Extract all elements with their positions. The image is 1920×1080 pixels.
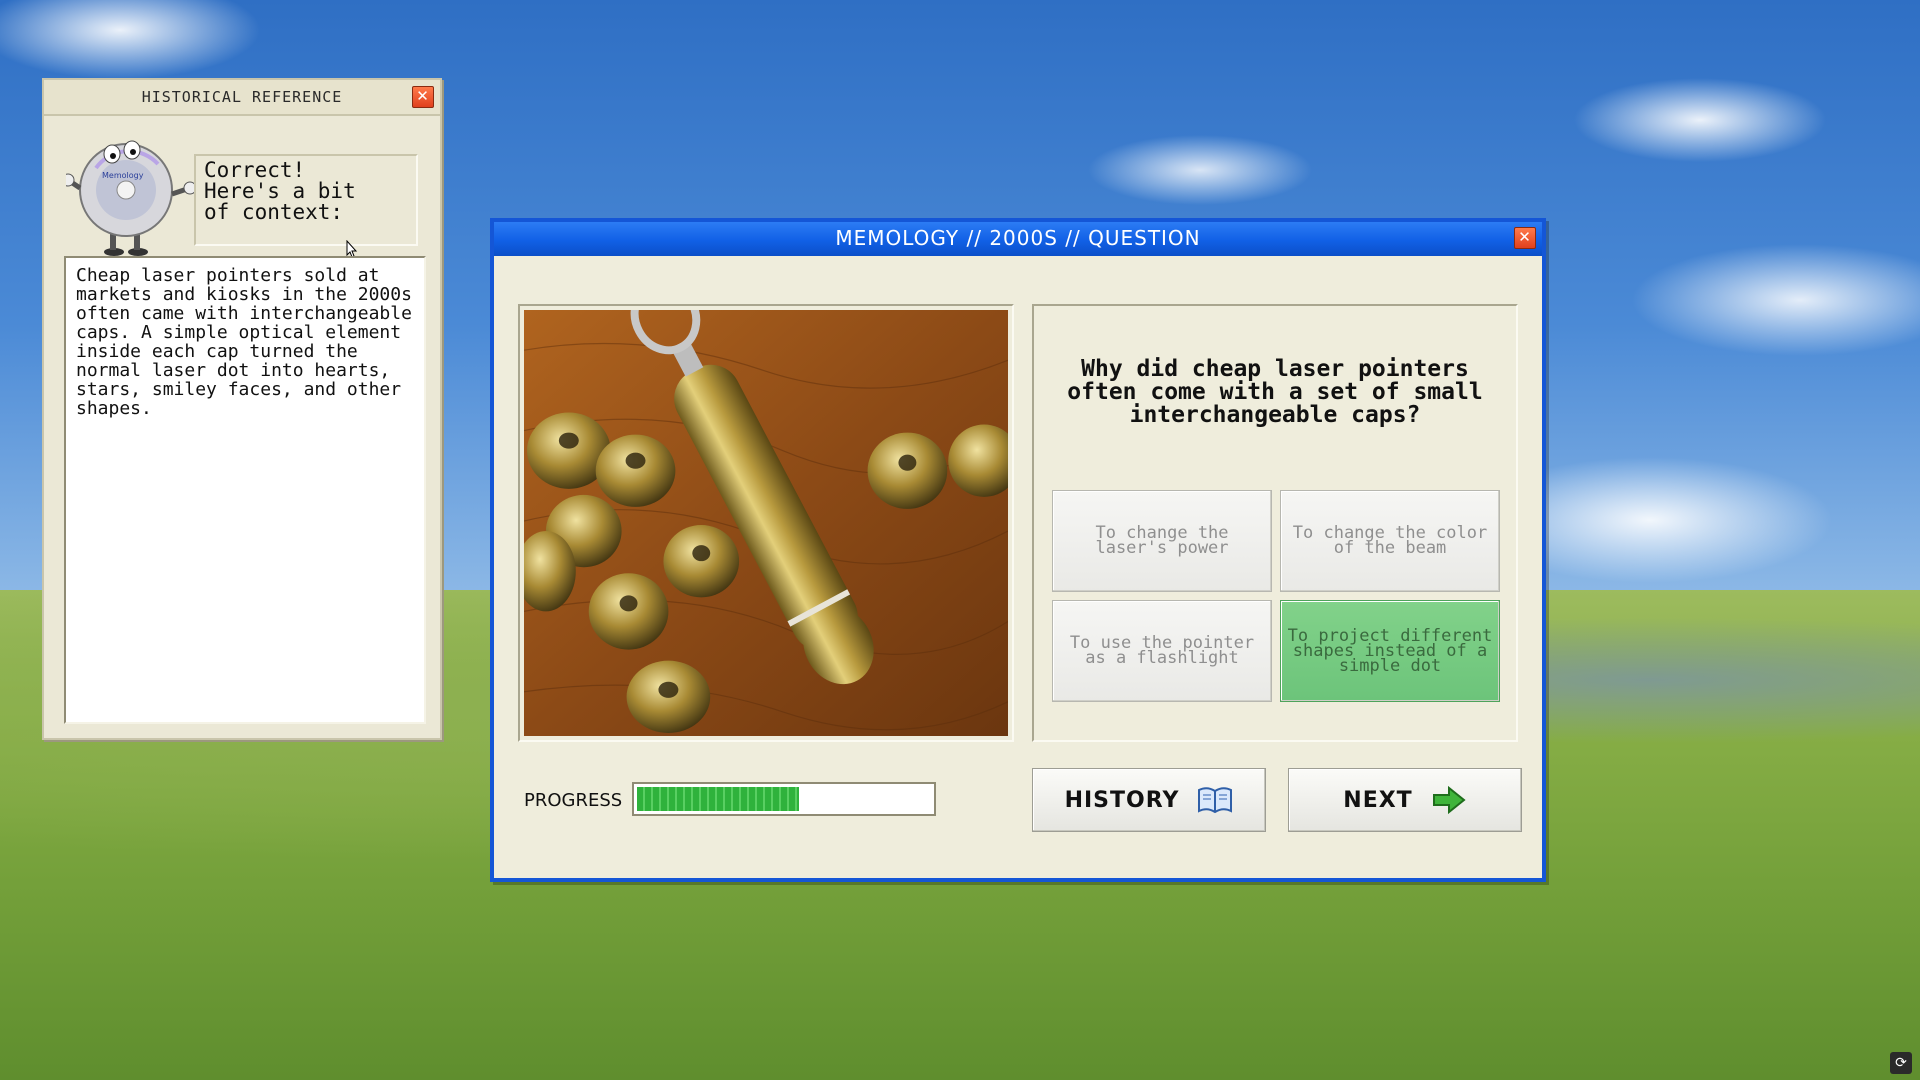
answer-option-2[interactable]: To change the color of the beam [1280, 490, 1500, 592]
answer-option-3-label: To use the pointer as a flashlight [1069, 633, 1255, 668]
question-text: Why did cheap laser pointers often come … [1067, 356, 1483, 428]
quiz-close-button[interactable]: ✕ [1514, 227, 1536, 249]
book-icon [1198, 787, 1233, 814]
reference-speech-bubble: Correct! Here's a bit of context: [194, 154, 418, 246]
question-photo-frame [518, 304, 1014, 742]
historical-reference-window: HISTORICAL REFERENCE ✕ Memology Correct!… [42, 78, 442, 740]
next-button[interactable]: NEXT [1288, 768, 1522, 832]
answer-option-1[interactable]: To change the laser's power [1052, 490, 1272, 592]
arrow-right-icon [1432, 785, 1466, 815]
progress-label: PROGRESS [524, 790, 623, 811]
mascot-disc-label: Memology [102, 171, 144, 180]
next-button-label: NEXT [1343, 787, 1413, 813]
answer-option-4-label: To project different shapes instead of a… [1287, 625, 1493, 676]
quiz-title: MEMOLOGY // 2000S // QUESTION [835, 226, 1201, 250]
history-button[interactable]: HISTORY [1032, 768, 1266, 832]
answer-option-1-label: To change the laser's power [1095, 523, 1229, 558]
reference-titlebar: HISTORICAL REFERENCE ✕ [44, 80, 440, 116]
quiz-titlebar: MEMOLOGY // 2000S // QUESTION ✕ [494, 222, 1542, 256]
reference-title: HISTORICAL REFERENCE [141, 88, 343, 106]
progress-fill [637, 787, 799, 811]
answer-option-2-label: To change the color of the beam [1292, 523, 1488, 558]
history-button-label: HISTORY [1064, 787, 1180, 813]
progress-bar [632, 782, 936, 816]
laser-pointer-photo [524, 310, 1008, 736]
question-panel: Why did cheap laser pointers often come … [1032, 304, 1518, 742]
reference-context-text: Cheap laser pointers sold at markets and… [64, 256, 426, 724]
quiz-window: MEMOLOGY // 2000S // QUESTION ✕ Why did … [490, 218, 1546, 882]
reference-close-button[interactable]: ✕ [412, 86, 434, 108]
answer-option-4-correct[interactable]: To project different shapes instead of a… [1280, 600, 1500, 702]
settings-corner-icon[interactable]: ⟳ [1890, 1052, 1912, 1074]
answer-option-3[interactable]: To use the pointer as a flashlight [1052, 600, 1272, 702]
cd-mascot-icon: Memology [66, 140, 196, 256]
